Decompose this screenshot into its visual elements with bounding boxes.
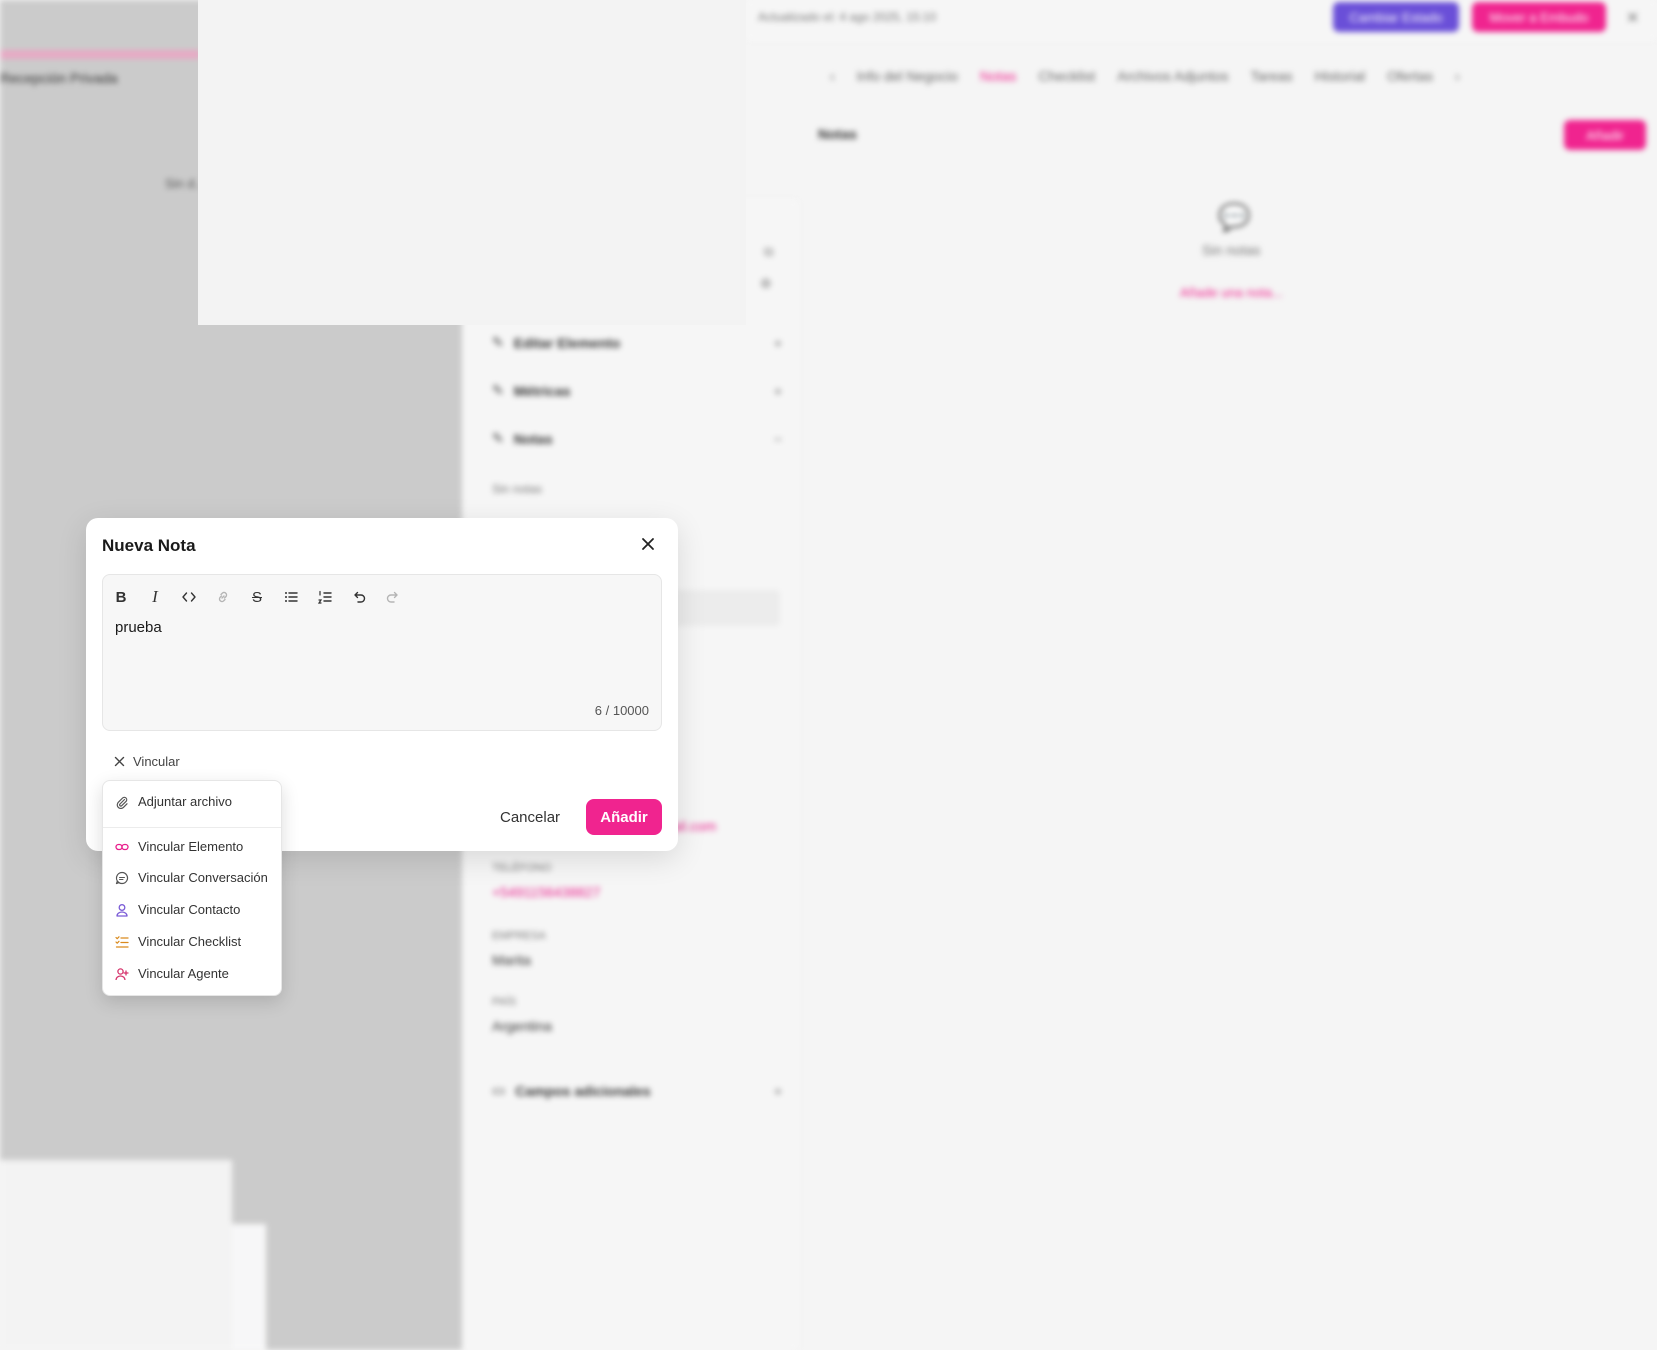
- section-campos-adicionales: ▭ Campos adicionales +: [492, 1082, 782, 1099]
- menu-item-label: Vincular Agente: [138, 966, 229, 981]
- undo-button[interactable]: [347, 585, 371, 609]
- paperclip-icon: [115, 795, 129, 809]
- bullet-list-button[interactable]: [279, 585, 303, 609]
- vincular-toggle[interactable]: Vincular: [114, 754, 180, 769]
- tab-info[interactable]: Info del Negocio: [857, 68, 958, 84]
- change-state-button[interactable]: Cambiar Estado: [1333, 2, 1459, 32]
- field-label-empresa: EMPRESA: [492, 930, 546, 942]
- vincular-dropdown: Adjuntar archivo Vincular Elemento Vincu…: [102, 780, 282, 996]
- updated-timestamp: Actualizado el: 4 ago 2025, 15:10: [758, 10, 937, 24]
- italic-icon: I: [152, 587, 158, 606]
- menu-item-label: Vincular Checklist: [138, 934, 242, 949]
- strikethrough-button[interactable]: S: [245, 585, 269, 609]
- pencil-icon: ✎: [492, 430, 504, 446]
- menu-item-label: Adjuntar archivo: [138, 794, 232, 809]
- sidebar-copy-icon: ⧉: [764, 244, 774, 259]
- section-notas: ✎ Notas −: [492, 430, 782, 447]
- section-metricas: ✎ Métricas +: [492, 382, 782, 399]
- bottom-blank-strip: [232, 1224, 266, 1350]
- menu-item-attach-file[interactable]: Adjuntar archivo: [115, 794, 275, 809]
- sidebar-settings-icon: ⚙: [760, 276, 772, 291]
- plus-icon: +: [773, 1082, 782, 1099]
- move-funnel-button[interactable]: Mover a Embudo: [1472, 2, 1606, 32]
- bullet-list-icon: [285, 592, 298, 602]
- close-icon[interactable]: ✕: [1626, 8, 1639, 28]
- side-notes-empty: Sin notas: [492, 482, 543, 496]
- link-button[interactable]: [211, 585, 235, 609]
- redo-button[interactable]: [381, 585, 405, 609]
- field-value-empresa: Marita: [492, 952, 531, 968]
- close-icon: [114, 756, 125, 767]
- editor-toolbar: B I S: [109, 585, 405, 609]
- menu-separator: [103, 827, 281, 828]
- field-value-pais: Argentina: [492, 1018, 552, 1034]
- bold-button[interactable]: B: [109, 585, 133, 609]
- chat-icon: [115, 871, 129, 885]
- field-label-telefono: TELÉFONO: [492, 862, 552, 874]
- link-icon: [115, 840, 129, 854]
- tab-checklist[interactable]: Checklist: [1038, 68, 1095, 84]
- detail-tabs: ‹ Info del Negocio Notas Checklist Archi…: [830, 68, 1460, 84]
- chevron-right-icon[interactable]: ›: [1455, 68, 1460, 84]
- section-editar-elemento: ✎ Editar Elemento +: [492, 334, 782, 351]
- italic-button[interactable]: I: [143, 585, 167, 609]
- top-blank-panel: [198, 0, 746, 325]
- add-note-link[interactable]: Añade una nota...: [1180, 285, 1283, 300]
- chevron-left-icon[interactable]: ‹: [830, 68, 835, 84]
- field-label-pais: PAÍS: [492, 996, 517, 1008]
- vincular-label: Vincular: [133, 754, 180, 769]
- email-value: ail.com: [672, 818, 717, 834]
- notes-add-button[interactable]: Añadir: [1564, 120, 1646, 150]
- menu-item-vincular-elemento[interactable]: Vincular Elemento: [115, 839, 275, 854]
- pencil-icon: ✎: [492, 334, 504, 350]
- bold-icon: B: [115, 588, 127, 606]
- clipboard-icon: ▭: [492, 1082, 506, 1098]
- tab-archivos[interactable]: Archivos Adjuntos: [1117, 68, 1228, 84]
- bottom-blank-panel: [0, 1160, 232, 1350]
- user-plus-icon: [115, 967, 129, 981]
- checklist-icon: [115, 935, 129, 949]
- empty-notes-text: Sin notas: [1202, 242, 1261, 258]
- cancel-button[interactable]: Cancelar: [486, 799, 574, 835]
- tab-tareas[interactable]: Tareas: [1251, 68, 1293, 84]
- menu-item-label: Vincular Conversación: [138, 870, 268, 885]
- left-panel-title: Recepción Privada: [0, 70, 118, 86]
- menu-item-label: Vincular Elemento: [138, 839, 244, 854]
- menu-item-vincular-checklist[interactable]: Vincular Checklist: [115, 934, 275, 949]
- field-value-telefono: +5491156438827: [492, 884, 601, 900]
- notes-title: Notas: [818, 126, 857, 142]
- ordered-list-icon: [317, 590, 332, 604]
- link-icon: [218, 591, 228, 603]
- char-count: 6 / 10000: [594, 703, 649, 718]
- modal-title: Nueva Nota: [102, 536, 196, 555]
- minus-icon: −: [773, 430, 782, 447]
- menu-item-label: Vincular Contacto: [138, 902, 241, 917]
- editor-content[interactable]: prueba: [115, 619, 162, 636]
- user-icon: [115, 903, 129, 917]
- plus-icon: +: [773, 382, 782, 399]
- close-icon: [642, 538, 654, 550]
- pencil-icon: ✎: [492, 382, 504, 398]
- tab-notas[interactable]: Notas: [980, 68, 1017, 84]
- tab-ofertas[interactable]: Ofertas: [1387, 68, 1433, 84]
- menu-item-vincular-conversacion[interactable]: Vincular Conversación: [115, 870, 275, 885]
- add-button[interactable]: Añadir: [586, 799, 662, 835]
- code-icon: [182, 592, 196, 602]
- plus-icon: +: [773, 334, 782, 351]
- chat-bubble-icon: 💬: [1218, 202, 1251, 232]
- left-panel-stripe: [0, 50, 200, 59]
- menu-item-vincular-agente[interactable]: Vincular Agente: [115, 966, 275, 981]
- undo-icon: [354, 591, 366, 603]
- note-editor[interactable]: B I S prueba 6 / 10000: [102, 574, 662, 731]
- redo-icon: [386, 591, 398, 603]
- code-button[interactable]: [177, 585, 201, 609]
- ordered-list-button[interactable]: [313, 585, 337, 609]
- tab-historial[interactable]: Historial: [1315, 68, 1366, 84]
- strikethrough-icon: S: [251, 588, 262, 606]
- menu-item-vincular-contacto[interactable]: Vincular Contacto: [115, 902, 275, 917]
- modal-close-button[interactable]: [636, 532, 660, 556]
